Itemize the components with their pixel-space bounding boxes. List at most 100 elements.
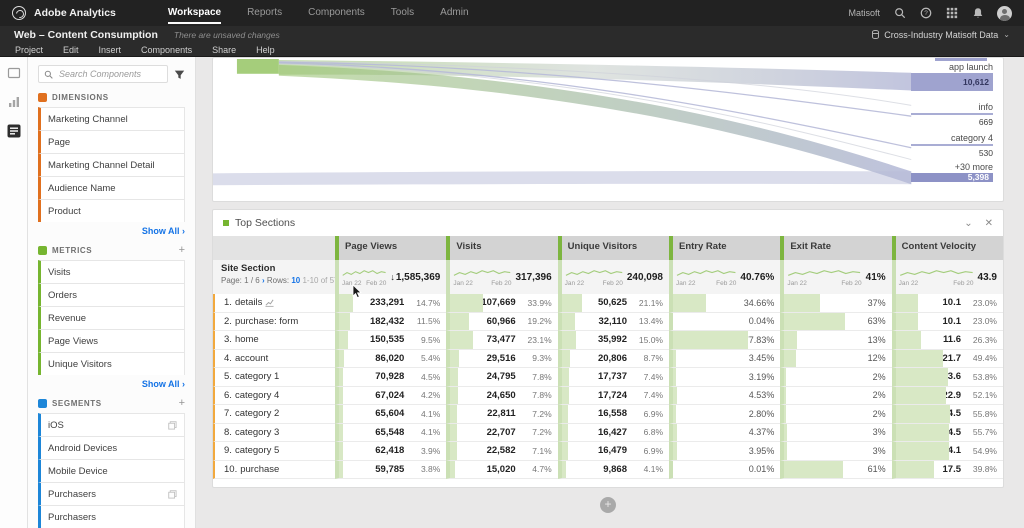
cell-unique-visitors: 16,427 6.8%: [557, 423, 669, 442]
row-rank: 10.: [224, 463, 238, 475]
column-header-page-views[interactable]: Page Views: [335, 236, 447, 260]
close-panel-icon[interactable]: ✕: [985, 218, 993, 229]
show-all-metrics[interactable]: Show All ›: [38, 379, 185, 389]
apps-grid-icon[interactable]: [945, 7, 958, 20]
sidebar-item-page-views[interactable]: Page Views: [38, 329, 185, 352]
table-row-category-1[interactable]: 5. category 1: [213, 368, 335, 387]
next-page-chevron[interactable]: ›: [262, 276, 265, 285]
cell-rate: 3.95%: [748, 445, 775, 456]
cell-value: 150,535: [369, 334, 405, 346]
cell-value: 22,811: [487, 408, 516, 420]
column-total-unique-visitors: Jan 22 Feb 20 240,098: [557, 260, 669, 294]
cell-value: 16,479: [597, 445, 627, 457]
rows-per-page[interactable]: 10: [291, 276, 300, 285]
account-name: Matisoft: [848, 8, 880, 18]
report-suite-selector[interactable]: Cross-Industry Matisoft Data ⌄: [872, 30, 1010, 40]
cell-value: 11.6: [943, 334, 961, 346]
column-header-entry-rate[interactable]: Entry Rate: [669, 236, 781, 260]
component-label: Purchasers: [48, 511, 97, 523]
sidebar-item-marketing-channel[interactable]: Marketing Channel: [38, 107, 185, 130]
flow-node-app-launch[interactable]: app launch 10,612: [911, 62, 993, 91]
cell-page-views: 70,928 4.5%: [335, 368, 447, 387]
table-row-category-4[interactable]: 6. category 4: [213, 386, 335, 405]
column-header-exit-rate[interactable]: Exit Rate: [780, 236, 892, 260]
nav-item-components[interactable]: Components: [308, 0, 365, 26]
trend-view-icon[interactable]: [265, 298, 274, 307]
sidebar-item-ios[interactable]: iOS: [38, 413, 185, 436]
table-row-home[interactable]: 3. home: [213, 331, 335, 350]
sidebar-item-unique-visitors[interactable]: Unique Visitors: [38, 352, 185, 375]
cell-percent: 6.9%: [643, 445, 663, 456]
help-icon[interactable]: ?: [919, 7, 932, 20]
add-metrics-button[interactable]: +: [179, 245, 185, 256]
cell-bar: [450, 312, 469, 330]
table-row-details[interactable]: 1. details: [213, 294, 335, 313]
sidebar-item-marketing-channel-detail[interactable]: Marketing Channel Detail: [38, 153, 185, 176]
nav-item-tools[interactable]: Tools: [391, 0, 414, 26]
flow-node--30-more[interactable]: +30 more 5,398: [911, 162, 993, 182]
nav-item-admin[interactable]: Admin: [440, 0, 468, 26]
search-icon[interactable]: [893, 7, 906, 20]
cell-value: 10.1: [942, 315, 962, 327]
filter-icon[interactable]: [174, 69, 185, 80]
cell-unique-visitors: 50,625 21.1%: [557, 294, 669, 313]
add-segments-button[interactable]: +: [179, 398, 185, 409]
unsaved-changes-status: There are unsaved changes: [173, 29, 280, 40]
sidebar-item-purchasers[interactable]: Purchasers: [38, 505, 185, 528]
column-header-content-velocity[interactable]: Content Velocity: [891, 236, 1003, 260]
sidebar-item-revenue[interactable]: Revenue: [38, 306, 185, 329]
section-title: DIMENSIONS: [52, 93, 109, 102]
search-components-input[interactable]: [57, 68, 162, 80]
sidebar-item-purchasers[interactable]: Purchasers: [38, 482, 185, 505]
visualizations-icon[interactable]: [6, 94, 21, 109]
sidebar-item-page[interactable]: Page: [38, 130, 185, 153]
cell-entry-rate: 3.95%: [669, 442, 781, 461]
cell-content-velocity: 23.6 53.8%: [891, 368, 1003, 387]
menu-item-components[interactable]: Components: [141, 45, 192, 55]
menu-item-insert[interactable]: Insert: [99, 45, 122, 55]
sort-descending-icon[interactable]: ↓: [390, 272, 395, 282]
menu-item-share[interactable]: Share: [212, 45, 236, 55]
nav-item-reports[interactable]: Reports: [247, 0, 282, 26]
cell-visits: 22,707 7.2%: [446, 423, 558, 442]
table-row-category-5[interactable]: 9. category 5: [213, 442, 335, 461]
sidebar-item-product[interactable]: Product: [38, 199, 185, 222]
sidebar-item-android-devices[interactable]: Android Devices: [38, 436, 185, 459]
show-all-dimensions[interactable]: Show All ›: [38, 226, 185, 236]
cell-unique-visitors: 16,479 6.9%: [557, 442, 669, 461]
sidebar-item-mobile-device[interactable]: Mobile Device: [38, 459, 185, 482]
sidebar-item-orders[interactable]: Orders: [38, 283, 185, 306]
menu-item-help[interactable]: Help: [256, 45, 275, 55]
menu-item-project[interactable]: Project: [15, 45, 43, 55]
cell-value: 65,548: [375, 426, 405, 438]
cell-value: 16,558: [597, 408, 627, 420]
table-row-category-3[interactable]: 8. category 3: [213, 423, 335, 442]
panels-icon[interactable]: [6, 65, 21, 80]
flow-node-info[interactable]: info 669: [911, 102, 993, 127]
sidebar-section-header-dimensions: DIMENSIONS: [38, 93, 185, 102]
notifications-bell-icon[interactable]: [971, 7, 984, 20]
user-avatar[interactable]: [997, 5, 1012, 21]
cell-percent: 21.1%: [638, 297, 663, 308]
nav-item-workspace[interactable]: Workspace: [167, 0, 222, 26]
cell-value: 10.1: [942, 297, 962, 309]
table-row-purchase[interactable]: 10. purchase: [213, 460, 335, 479]
site-section-header[interactable]: Site Section: [221, 263, 331, 274]
sidebar-item-audience-name[interactable]: Audience Name: [38, 176, 185, 199]
flow-source-node[interactable]: [236, 58, 279, 74]
flow-node-category-4[interactable]: category 4 530: [911, 133, 993, 158]
cell-bar: [450, 423, 458, 441]
row-rank: 8.: [224, 426, 232, 438]
components-table-icon[interactable]: [6, 123, 21, 138]
menu-item-edit[interactable]: Edit: [63, 45, 79, 55]
column-header-visits[interactable]: Visits: [446, 236, 558, 260]
column-header-unique-visitors[interactable]: Unique Visitors: [557, 236, 669, 260]
component-label: Page: [48, 136, 71, 148]
collapse-panel-icon[interactable]: ⌄: [964, 218, 972, 229]
cell-percent: 23.0%: [972, 316, 997, 327]
cell-bar: [450, 294, 484, 312]
table-row-purchase-form[interactable]: 2. purchase: form: [213, 312, 335, 331]
table-row-account[interactable]: 4. account: [213, 349, 335, 368]
sidebar-item-visits[interactable]: Visits: [38, 260, 185, 283]
table-row-category-2[interactable]: 7. category 2: [213, 405, 335, 424]
